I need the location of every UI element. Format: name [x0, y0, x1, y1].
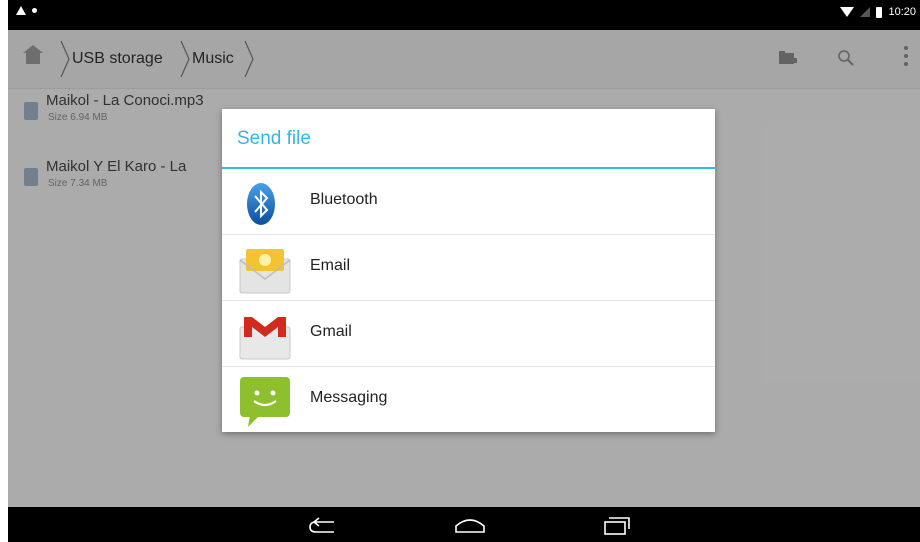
- share-option-bluetooth[interactable]: Bluetooth: [222, 169, 715, 235]
- bluetooth-icon: [238, 177, 292, 231]
- share-option-label: Gmail: [310, 323, 352, 340]
- notification-triangle-icon: [16, 6, 26, 15]
- share-option-label: Bluetooth: [310, 191, 378, 208]
- gmail-icon: [238, 309, 292, 363]
- share-option-email[interactable]: Email: [222, 235, 715, 301]
- send-file-dialog: Send file Bluetooth Email Gmail Messagin…: [222, 109, 715, 432]
- share-option-messaging[interactable]: Messaging: [222, 367, 715, 432]
- battery-icon: [876, 6, 883, 18]
- notification-dot-icon: [32, 8, 37, 13]
- share-option-label: Messaging: [310, 389, 388, 406]
- signal-icon: [860, 7, 871, 17]
- email-icon: [238, 243, 292, 297]
- home-nav-icon[interactable]: [450, 514, 490, 536]
- share-option-label: Email: [310, 257, 351, 274]
- dialog-header: Send file: [222, 109, 715, 169]
- share-option-gmail[interactable]: Gmail: [222, 301, 715, 367]
- android-screen: 10:20 USB storage Music Maikol - La Cono…: [8, 0, 920, 542]
- status-time: 10:20: [888, 6, 916, 18]
- navigation-bar: [8, 507, 920, 542]
- messaging-icon: [238, 375, 292, 429]
- status-bar: 10:20: [8, 0, 920, 30]
- dialog-title: Send file: [237, 128, 311, 149]
- wifi-icon: [840, 7, 855, 17]
- recent-apps-icon[interactable]: [596, 514, 636, 536]
- back-icon[interactable]: [304, 514, 344, 536]
